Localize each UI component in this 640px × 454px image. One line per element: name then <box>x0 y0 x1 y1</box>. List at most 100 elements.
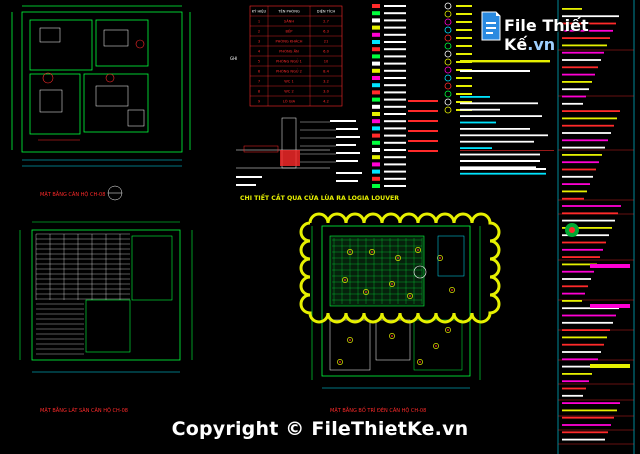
title-block-text <box>562 409 617 412</box>
title-block-text <box>562 190 587 193</box>
plan-label-2: MẶT BẰNG LÁT SÀN CĂN HỘ CH-08 <box>40 406 128 414</box>
title-block-text <box>562 168 596 171</box>
note-line <box>460 96 490 98</box>
legend-symbol <box>372 148 380 152</box>
title-block-text <box>562 285 588 288</box>
table-cell: 5 <box>258 60 260 64</box>
title-block-text <box>562 139 608 142</box>
plan-label-3: MẶT BẰNG BỐ TRÍ ĐÈN CĂN HỘ CH-08 <box>330 406 426 414</box>
table-header-cell: DIỆN TÍCH <box>317 9 336 14</box>
title-block-text <box>562 59 601 61</box>
title-block-text <box>562 66 598 69</box>
title-block-text <box>562 219 615 222</box>
legend-symbol <box>372 133 380 138</box>
note-line <box>460 140 534 143</box>
table-header-cell: TÊN PHÒNG <box>277 9 300 14</box>
title-block-text <box>562 387 586 390</box>
title-block-text <box>562 88 589 91</box>
title-block-text <box>562 300 582 302</box>
table-cell: 6.3 <box>323 30 329 34</box>
legend-symbol <box>372 162 380 167</box>
note-line <box>460 115 542 117</box>
table-cell: SẢNH <box>284 19 294 24</box>
title-block-text <box>562 343 604 346</box>
legend-symbol <box>372 126 380 131</box>
title-block-text <box>562 146 605 149</box>
site-logo: File Thiết Kế.vn <box>478 4 636 54</box>
title-block-text <box>562 241 606 244</box>
table-cell: 8.4 <box>323 70 329 74</box>
title-block-text <box>562 394 583 397</box>
legend-symbol <box>372 25 380 30</box>
title-block-text <box>562 424 611 426</box>
title-block-text <box>562 292 585 295</box>
legend-symbol <box>372 54 380 59</box>
legend-symbol <box>372 83 380 88</box>
title-block-text <box>562 161 599 164</box>
legend-symbol <box>372 4 380 8</box>
title-block-text <box>562 256 600 258</box>
note-line <box>460 134 548 137</box>
table-header-cell: KÝ HIỆU <box>252 9 267 14</box>
copyright-watermark: Copyright © FileThietKe.vn <box>171 418 469 440</box>
note-line <box>460 102 538 105</box>
title-block-text <box>562 248 603 251</box>
title-block-text <box>562 373 592 375</box>
title-block-text <box>562 278 591 280</box>
note-line <box>460 121 496 124</box>
title-block-text <box>562 102 583 105</box>
table-cell: 21 <box>324 40 329 44</box>
title-block-text <box>562 336 607 339</box>
legend-symbol <box>372 18 380 23</box>
legend-symbol <box>372 112 380 116</box>
title-block-text <box>562 380 589 383</box>
table-cell: 1 <box>258 20 260 24</box>
legend-symbol <box>372 155 380 160</box>
title-block-text <box>562 81 592 83</box>
legend-symbol <box>372 40 380 44</box>
legend-symbol <box>372 61 380 66</box>
legend-symbol <box>372 140 380 145</box>
table-cell: 2 <box>258 30 260 34</box>
table-cell: 6.0 <box>323 50 329 54</box>
table-cell: 10 <box>324 60 329 64</box>
title-block-text <box>562 175 593 178</box>
legend-symbol <box>372 169 380 174</box>
plan-label-1: MẶT BẰNG CĂN HỘ CH-08 <box>40 190 105 198</box>
legend-symbol <box>372 176 380 181</box>
note-line <box>460 128 530 130</box>
title-block-text <box>562 329 610 331</box>
note-line <box>460 108 500 111</box>
title-block-text <box>562 438 605 441</box>
note-line <box>460 153 540 156</box>
legend-symbol <box>372 32 380 37</box>
title-block-text <box>562 358 598 361</box>
note-line <box>460 147 492 149</box>
table-cell: LÔ GIA <box>283 99 296 104</box>
title-block-text <box>562 416 614 419</box>
table-cell: 7 <box>258 80 260 84</box>
table-cell: 3.2 <box>323 80 329 84</box>
title-block-text <box>562 197 584 200</box>
title-block-text <box>562 351 601 353</box>
title-block-text <box>562 270 594 273</box>
cad-drawing-canvas: MẶT BẰNG CĂN HỘ CH-08 KÝ HIỆU TÊN PHÒNG DI… <box>0 0 640 454</box>
title-block-text <box>562 205 621 207</box>
title-block-text <box>562 431 608 434</box>
title-block-text <box>562 73 595 76</box>
legend-symbol <box>372 97 380 102</box>
table-cell: PHÒNG KHÁCH <box>276 39 303 44</box>
legend-symbol <box>372 68 380 73</box>
title-block-text <box>562 183 590 185</box>
title-block-text <box>562 95 586 98</box>
logo-domain: .vn <box>527 35 556 54</box>
table-side-label: GHI <box>230 56 237 61</box>
legend-symbol <box>372 11 380 16</box>
table-cell: PHÒNG NGỦ 1 <box>276 59 302 64</box>
table-cell: 2.7 <box>323 20 329 24</box>
legend-symbol <box>372 90 380 95</box>
legend-symbol <box>372 184 380 188</box>
table-cell: 3.0 <box>323 90 329 94</box>
title-block-text <box>562 314 616 317</box>
table-cell: 4.2 <box>323 100 329 104</box>
